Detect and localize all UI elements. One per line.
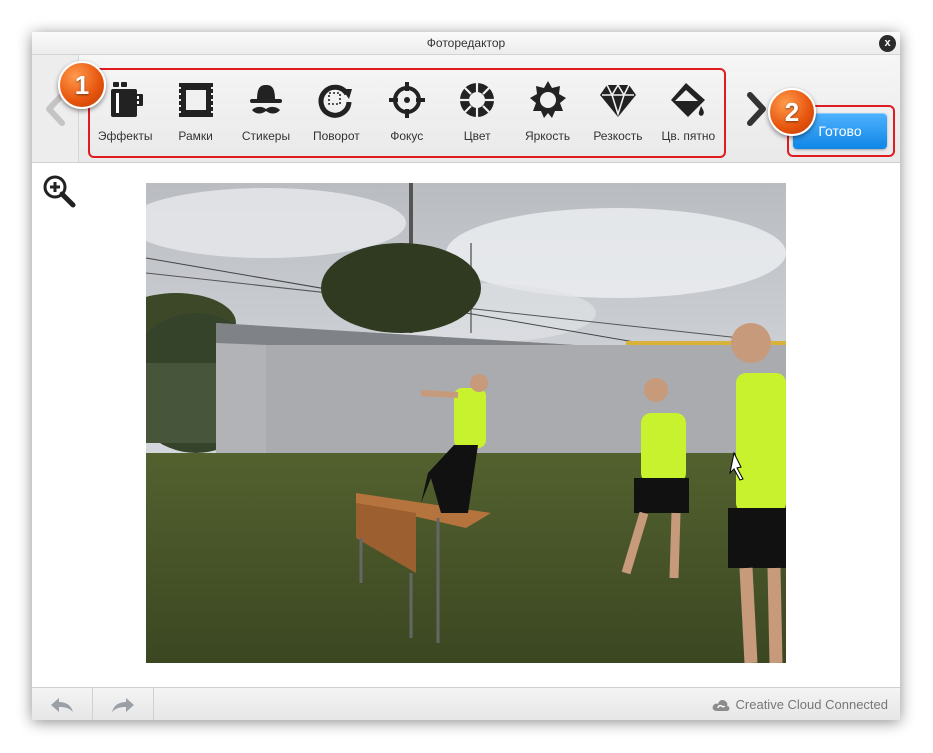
window-title: Фоторедактор bbox=[426, 36, 506, 50]
frame-icon bbox=[178, 83, 213, 117]
tool-brightness[interactable]: Яркость bbox=[512, 70, 582, 156]
tool-rotate[interactable]: Поворот bbox=[301, 70, 371, 156]
tool-focus-label: Фокус bbox=[390, 129, 424, 143]
tool-color-splash-label: Цв. пятно bbox=[661, 129, 716, 143]
focus-crosshair-icon bbox=[388, 82, 425, 118]
tool-stickers-label: Стикеры bbox=[241, 129, 291, 143]
title-bar: Фоторедактор x bbox=[32, 32, 900, 55]
close-button[interactable]: x bbox=[879, 35, 896, 52]
photo-editor-window: Фоторедактор x Эффекты Рамки Стикеры Пов… bbox=[32, 32, 900, 720]
tool-frames[interactable]: Рамки bbox=[160, 70, 230, 156]
tool-color-label: Цвет bbox=[463, 129, 491, 143]
redo-button[interactable] bbox=[93, 688, 154, 720]
bottom-bar: Creative Cloud Connected bbox=[32, 687, 900, 720]
tool-brightness-label: Яркость bbox=[524, 129, 571, 143]
rotate-icon bbox=[318, 84, 353, 118]
mustache-hat-sticker-icon bbox=[249, 85, 282, 114]
zoom-in-icon[interactable] bbox=[42, 174, 76, 208]
undo-button[interactable] bbox=[32, 688, 93, 720]
creative-cloud-text: Creative Cloud Connected bbox=[735, 697, 888, 712]
tool-sharpness-label: Резкость bbox=[593, 129, 643, 143]
tool-frames-label: Рамки bbox=[178, 129, 213, 143]
tool-strip: Эффекты Рамки Стикеры Поворот Фокус Цвет… bbox=[88, 68, 726, 158]
tool-stickers[interactable]: Стикеры bbox=[231, 70, 301, 156]
tool-color-splash[interactable]: Цв. пятно bbox=[653, 70, 723, 156]
editor-canvas bbox=[32, 163, 900, 687]
tool-color[interactable]: Цвет bbox=[442, 70, 512, 156]
creative-cloud-status: Creative Cloud Connected bbox=[712, 697, 888, 712]
film-effects-icon bbox=[111, 82, 144, 117]
tool-effects-label: Эффекты bbox=[97, 129, 153, 143]
sharpness-diamond-icon bbox=[599, 83, 636, 117]
tool-focus[interactable]: Фокус bbox=[372, 70, 442, 156]
brightness-sun-icon bbox=[529, 81, 566, 118]
redo-arrow-icon bbox=[112, 697, 134, 712]
chevron-right-icon bbox=[747, 91, 766, 126]
step-badge-2: 2 bbox=[768, 88, 816, 136]
tool-sharpness[interactable]: Резкость bbox=[583, 70, 653, 156]
tool-rotate-label: Поворот bbox=[312, 129, 360, 143]
tools-toolbar: Эффекты Рамки Стикеры Поворот Фокус Цвет… bbox=[32, 55, 900, 163]
undo-arrow-icon bbox=[51, 697, 73, 712]
step-badge-1: 1 bbox=[58, 61, 106, 109]
creative-cloud-icon bbox=[712, 699, 729, 711]
color-splash-bucket-icon bbox=[671, 83, 706, 117]
edited-photo bbox=[146, 183, 786, 663]
color-wheel-icon bbox=[460, 83, 495, 117]
